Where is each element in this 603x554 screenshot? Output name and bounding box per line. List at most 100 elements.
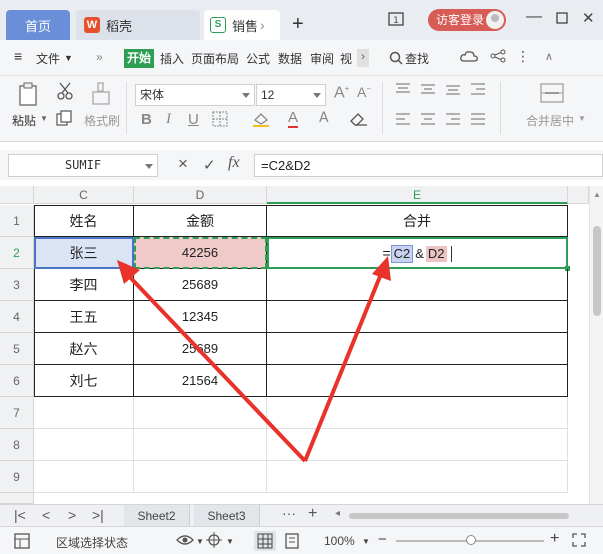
more-icon[interactable]: »	[96, 50, 103, 64]
merge-cells-icon[interactable]	[540, 82, 564, 107]
confirm-icon[interactable]: ✓	[203, 156, 216, 174]
tab-document-label: 销售	[232, 18, 259, 34]
share-icon[interactable]	[490, 49, 506, 66]
decrease-font-icon[interactable]: A−	[357, 84, 371, 100]
chevron-down-icon[interactable]: ▼	[64, 53, 73, 63]
zoom-slider-handle[interactable]	[466, 535, 476, 545]
indent-icon[interactable]	[470, 82, 486, 100]
vertical-scroll-thumb[interactable]	[593, 226, 601, 316]
format-painter-icon[interactable]	[91, 82, 111, 109]
copy-icon[interactable]	[56, 110, 72, 129]
collapse-ribbon-icon[interactable]: ∧	[545, 50, 553, 63]
tab-document[interactable]: S 销售 ›	[204, 10, 280, 40]
italic-icon[interactable]: I	[166, 111, 171, 128]
cancel-icon[interactable]: ×	[178, 154, 188, 174]
format-painter-button[interactable]: 格式刷	[84, 112, 120, 129]
login-button[interactable]: 访客登录	[428, 9, 506, 31]
spreadsheet-icon: S	[210, 17, 226, 33]
tab-wps-label: 稻壳	[106, 18, 133, 34]
minimize-icon[interactable]: —	[526, 8, 542, 26]
normal-view-button[interactable]	[254, 531, 276, 551]
font-color-dropdown-icon[interactable]: A	[318, 109, 330, 129]
font-family-select[interactable]: 宋体	[135, 84, 255, 106]
status-bar: 区域选择状态 ▼ ▼ 100% ▼ − +	[0, 526, 603, 554]
increase-font-icon[interactable]: A+	[334, 84, 349, 102]
bold-icon[interactable]: B	[141, 111, 152, 128]
tab-home[interactable]: 首页	[6, 10, 70, 40]
menu-formula[interactable]: 公式	[246, 50, 270, 67]
svg-text:A: A	[319, 110, 329, 125]
next-sheet-icon[interactable]: >	[68, 507, 76, 523]
align-middle-icon[interactable]	[420, 82, 436, 100]
ribbon-divider	[382, 82, 383, 134]
align-right-icon[interactable]	[445, 112, 461, 130]
merge-dropdown-icon[interactable]: ▼	[578, 114, 586, 123]
close-icon[interactable]: ✕	[582, 9, 595, 27]
zoom-level[interactable]: 100%	[324, 534, 355, 548]
last-sheet-icon[interactable]: >|	[92, 507, 104, 523]
menu-page-layout[interactable]: 页面布局	[191, 50, 239, 67]
zoom-in-icon[interactable]: +	[550, 530, 559, 548]
align-center-icon[interactable]	[420, 112, 436, 130]
function-icon[interactable]: fx	[228, 154, 240, 172]
maximize-icon[interactable]	[556, 12, 568, 27]
horizontal-scroll-thumb[interactable]	[349, 513, 569, 519]
cut-icon[interactable]	[56, 82, 74, 103]
chevron-right-icon[interactable]: ›	[260, 18, 274, 32]
menu-file[interactable]: 文件	[36, 50, 60, 67]
add-sheet-icon[interactable]: +	[308, 505, 317, 523]
merge-center-button[interactable]: 合并居中	[526, 112, 574, 129]
prev-sheet-icon[interactable]: <	[42, 507, 50, 523]
page-layout-view-icon[interactable]	[284, 533, 300, 552]
paste-button[interactable]: 粘贴	[12, 112, 36, 129]
fullscreen-icon[interactable]	[572, 533, 586, 550]
vertical-scrollbar[interactable]: ▲	[589, 186, 603, 504]
eye-protection-icon[interactable]	[176, 533, 194, 550]
scroll-up-icon[interactable]: ▲	[593, 190, 601, 199]
tab-wps[interactable]: W 稻壳	[76, 10, 200, 40]
fill-color-icon[interactable]	[252, 111, 270, 131]
justify-icon[interactable]	[470, 112, 486, 130]
arrowhead-e2	[372, 256, 391, 281]
cloud-icon[interactable]	[460, 49, 478, 66]
chevron-down-icon[interactable]: ▼	[226, 537, 234, 546]
more-options-icon[interactable]: ⋮	[516, 48, 530, 65]
font-size-select[interactable]: 12	[256, 84, 326, 106]
menu-scroll-right[interactable]: ›	[357, 49, 369, 67]
name-box[interactable]: SUMIF	[8, 154, 158, 177]
clear-format-icon[interactable]	[350, 112, 368, 130]
sheet-tab[interactable]: Sheet3	[194, 505, 260, 527]
chevron-down-icon[interactable]: ▼	[362, 537, 370, 546]
hamburger-icon[interactable]: ≡	[14, 48, 22, 64]
formula-input[interactable]: =C2&D2	[254, 154, 603, 177]
sheet-tab[interactable]: Sheet2	[124, 505, 190, 527]
horizontal-scrollbar[interactable]: ◂	[335, 508, 595, 522]
menu-view[interactable]: 视	[340, 50, 352, 67]
menu-data[interactable]: 数据	[278, 50, 302, 67]
align-bottom-icon[interactable]	[445, 82, 461, 100]
font-color-icon[interactable]: A	[288, 109, 299, 128]
window-count-icon[interactable]: 1	[388, 12, 404, 29]
macro-icon[interactable]	[14, 533, 30, 552]
scroll-left-icon[interactable]: ◂	[335, 508, 340, 519]
center-view-icon[interactable]	[206, 532, 222, 551]
chevron-down-icon	[145, 164, 153, 169]
search-label: 查找	[405, 52, 430, 66]
align-left-icon[interactable]	[395, 112, 411, 130]
paste-icon[interactable]	[18, 82, 38, 109]
chevron-down-icon[interactable]: ▼	[196, 537, 204, 546]
zoom-out-icon[interactable]: −	[378, 531, 387, 548]
search-button[interactable]: 查找	[385, 48, 435, 68]
paste-dropdown-icon[interactable]: ▼	[40, 114, 48, 123]
menu-review[interactable]: 审阅	[310, 50, 334, 67]
ribbon-divider	[126, 82, 127, 134]
menu-start[interactable]: 开始	[124, 49, 154, 68]
more-sheets-icon[interactable]: ···	[282, 505, 296, 521]
align-top-icon[interactable]	[395, 82, 411, 100]
underline-icon[interactable]: U	[188, 111, 199, 128]
formula-bar: SUMIF × ✓ fx =C2&D2	[0, 150, 603, 180]
first-sheet-icon[interactable]: |<	[14, 507, 26, 523]
border-icon[interactable]	[212, 111, 228, 131]
new-tab-button[interactable]: +	[292, 14, 304, 34]
menu-insert[interactable]: 插入	[160, 50, 184, 67]
